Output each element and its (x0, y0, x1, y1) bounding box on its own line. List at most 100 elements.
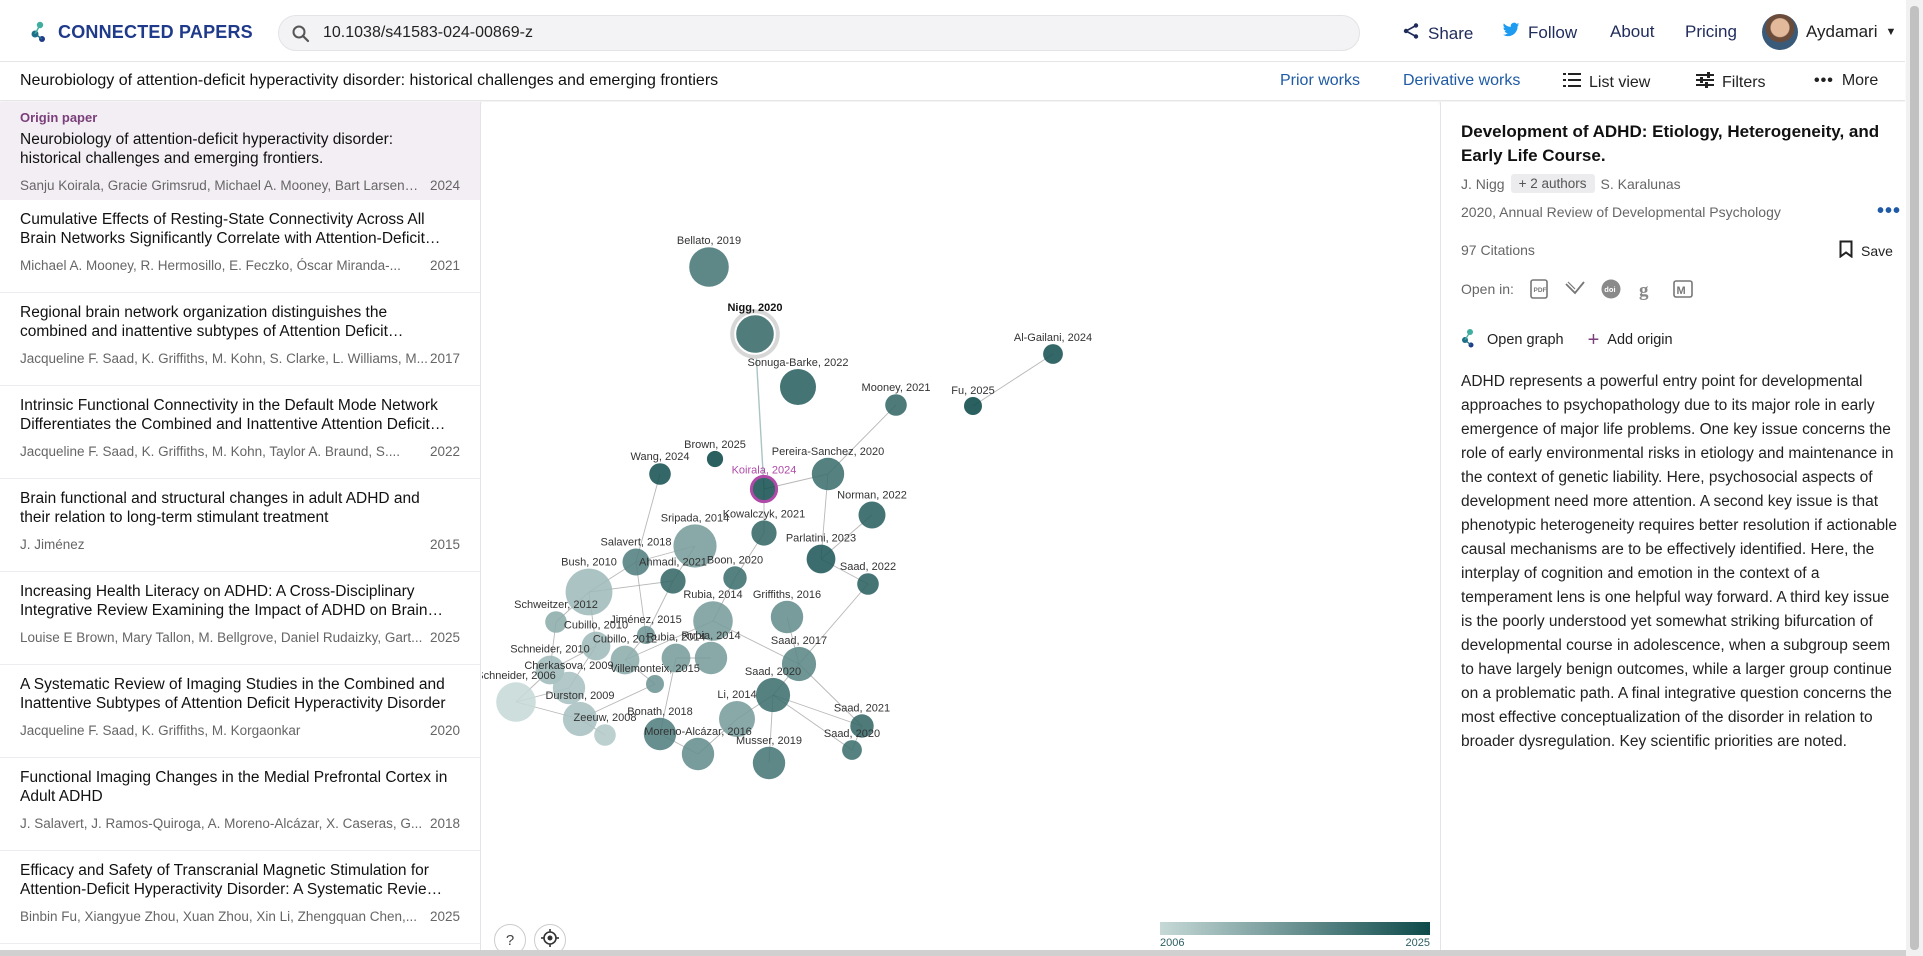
graph-node[interactable]: Koirala, 2024 (732, 464, 797, 504)
detail-more-icon[interactable]: ••• (1877, 200, 1901, 223)
graph-node[interactable]: Saad, 2020 (824, 728, 880, 760)
mendeley-icon[interactable]: M (1672, 278, 1694, 300)
graph-node[interactable]: Saad, 2022 (840, 561, 896, 595)
target-icon (541, 929, 559, 951)
logo[interactable]: CONNECTED PAPERS (30, 20, 253, 44)
save-label: Save (1861, 242, 1893, 259)
detail-author-last[interactable]: S. Karalunas (1601, 176, 1681, 192)
open-graph-button[interactable]: Open graph (1461, 328, 1564, 352)
detail-title[interactable]: Development of ADHD: Etiology, Heterogen… (1461, 120, 1891, 168)
search-box[interactable] (278, 15, 1360, 51)
open-graph-label: Open graph (1487, 332, 1564, 348)
graph-node-circle[interactable] (749, 474, 779, 504)
scrollbar-thumb[interactable] (1910, 6, 1919, 950)
graph-node-circle[interactable] (689, 247, 729, 287)
graph-node-circle[interactable] (681, 737, 715, 771)
graph-node-circle[interactable] (1043, 344, 1063, 364)
graph-node[interactable]: Fu, 2025 (951, 385, 995, 415)
save-button[interactable]: Save (1839, 240, 1893, 261)
list-item[interactable]: Efficacy and Safety of Transcranial Magn… (0, 851, 480, 944)
origin-paper-item[interactable]: Origin paper Neurobiology of attention-d… (0, 102, 480, 200)
graph-node-circle[interactable] (751, 520, 777, 546)
graph-node-label: Cubillo, 2010 (564, 620, 628, 632)
doi-icon[interactable]: doi (1600, 278, 1622, 300)
graph-node-label: Sripada, 2014 (661, 512, 730, 524)
list-item[interactable]: Cumulative Effects of Resting-State Conn… (0, 200, 480, 293)
bookmark-icon (1839, 240, 1853, 261)
prior-works-button[interactable]: Prior works (1280, 72, 1360, 90)
graph-node[interactable]: Boon, 2020 (707, 554, 763, 590)
vertical-scrollbar[interactable] (1906, 0, 1923, 956)
graph-node[interactable]: Griffiths, 2016 (753, 589, 821, 634)
graph-node-circle[interactable] (858, 501, 886, 529)
filters-button[interactable]: Filters (1696, 72, 1766, 93)
origin-paper-label: Origin paper (20, 110, 98, 125)
search-input[interactable] (323, 22, 1343, 44)
list-item[interactable]: Functional Imaging Changes in the Medial… (0, 758, 480, 851)
derivative-works-button[interactable]: Derivative works (1403, 72, 1520, 90)
list-item[interactable]: Brain functional and structural changes … (0, 479, 480, 572)
graph-node-circle[interactable] (964, 397, 982, 415)
graph-node-circle[interactable] (842, 740, 862, 760)
graph-node-circle[interactable] (755, 677, 791, 713)
graph-node-circle[interactable] (780, 369, 816, 405)
graph-node[interactable]: Musser, 2019 (736, 735, 802, 780)
share-button[interactable]: Share (1402, 22, 1473, 45)
graph-node-label: Rubia, 2014 (683, 589, 742, 601)
paper-detail-panel: Development of ADHD: Etiology, Heterogen… (1440, 102, 1905, 956)
list-item[interactable]: Intrinsic Functional Connectivity in the… (0, 386, 480, 479)
graph-node-label: Saad, 2020 (745, 666, 801, 678)
pricing-link[interactable]: Pricing (1685, 22, 1737, 42)
graph-node-circle[interactable] (770, 600, 804, 634)
detail-author-first[interactable]: J. Nigg (1461, 176, 1505, 192)
graph-node[interactable]: Nigg, 2020 (727, 302, 783, 359)
graph-node[interactable]: Mooney, 2021 (862, 382, 931, 416)
list-item[interactable]: Increasing Health Literacy on ADHD: A Cr… (0, 572, 480, 665)
list-item[interactable]: Regional brain network organization dist… (0, 293, 480, 386)
semantic-scholar-icon[interactable] (1564, 278, 1586, 300)
pdf-icon[interactable]: PDF (1528, 278, 1550, 300)
graph-node-circle[interactable] (857, 573, 879, 595)
graph-node[interactable]: Villemonteix, 2015 (610, 663, 700, 693)
graph-node-circle[interactable] (811, 457, 845, 491)
graph-svg[interactable]: Bellato, 2019 Nigg, 2020 Sonuga-Barke, 202… (482, 102, 1438, 956)
graph-node[interactable]: Ahmadi, 2021 (639, 556, 707, 594)
about-label: About (1610, 22, 1655, 41)
paper-title: Regional brain network organization dist… (20, 304, 388, 340)
horizontal-scrollbar[interactable] (0, 950, 1906, 956)
graph-node[interactable]: Sonuga-Barke, 2022 (748, 357, 849, 405)
follow-button[interactable]: Follow (1502, 22, 1577, 43)
year-scale-bar (1160, 922, 1430, 935)
add-origin-button[interactable]: + Add origin (1588, 328, 1673, 352)
graph-node-circle[interactable] (660, 568, 686, 594)
graph-canvas[interactable]: Bellato, 2019 Nigg, 2020 Sonuga-Barke, 202… (482, 102, 1438, 956)
list-item[interactable]: A Systematic Review of Imaging Studies i… (0, 665, 480, 758)
user-menu[interactable]: Aydamari ▼ (1762, 14, 1896, 50)
graph-node-circle[interactable] (806, 544, 836, 574)
graph-node-label: Saad, 2020 (824, 728, 880, 740)
graph-node-circle[interactable] (496, 682, 536, 722)
graph-node[interactable]: Brown, 2025 (684, 439, 746, 468)
paper-title: A Systematic Review of Imaging Studies i… (20, 676, 446, 712)
more-button[interactable]: ••• More (1814, 72, 1878, 90)
graph-node-circle[interactable] (723, 566, 747, 590)
google-scholar-icon[interactable]: g (1636, 278, 1658, 300)
svg-text:doi: doi (1604, 285, 1615, 294)
graph-node-circle[interactable] (885, 394, 907, 416)
graph-node-label: Saad, 2017 (771, 635, 827, 647)
graph-node-circle[interactable] (646, 675, 664, 693)
graph-node[interactable]: Wang, 2024 (631, 451, 690, 485)
graph-node-label: Norman, 2022 (837, 490, 907, 502)
graph-node-circle[interactable] (649, 463, 671, 485)
graph-node[interactable]: Al-Gailani, 2024 (1014, 332, 1092, 364)
about-link[interactable]: About (1610, 22, 1654, 42)
more-authors-chip[interactable]: + 2 authors (1510, 174, 1595, 193)
graph-node-circle[interactable] (752, 746, 786, 780)
graph-node-circle[interactable] (734, 313, 776, 355)
graph-node[interactable]: Norman, 2022 (837, 490, 907, 529)
graph-node[interactable]: Bellato, 2019 (677, 235, 741, 287)
graph-node-circle[interactable] (706, 450, 724, 468)
logo-icon (31, 21, 45, 42)
graph-node-circle[interactable] (594, 724, 616, 746)
list-view-button[interactable]: List view (1563, 72, 1650, 93)
